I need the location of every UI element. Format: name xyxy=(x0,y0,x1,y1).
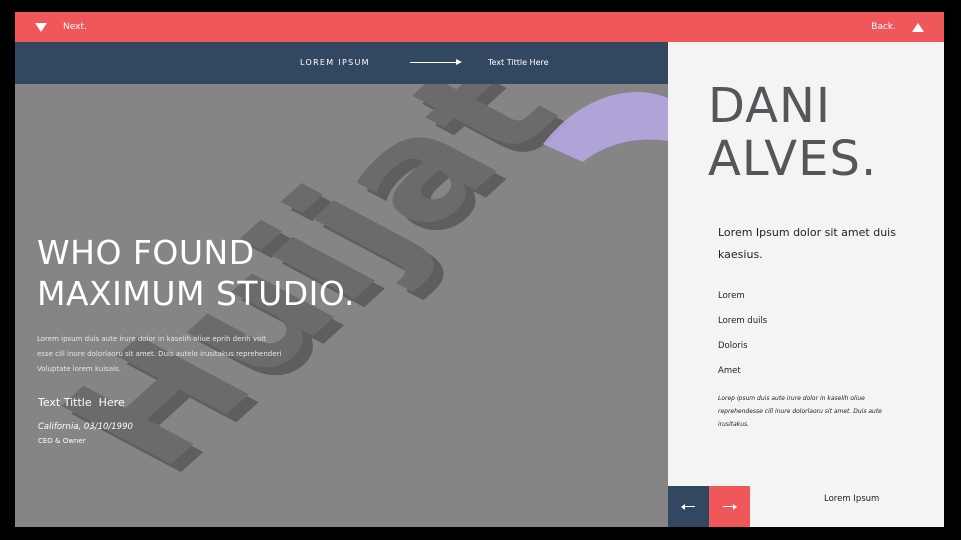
prev-button[interactable] xyxy=(668,486,709,527)
next-button[interactable]: Next. xyxy=(35,12,87,42)
nav-lorem-label: LOREM IPSUM xyxy=(300,58,370,67)
profile-name-first: DANI xyxy=(708,78,832,134)
footer-label: Lorem Ipsum xyxy=(824,494,880,504)
list-item: Amet xyxy=(718,366,741,376)
headline-line-1: WHO FOUND xyxy=(37,233,255,272)
list-item: Doloris xyxy=(718,341,748,351)
profile-lead: Lorem Ipsum dolor sit amet duis kaesius. xyxy=(718,226,896,261)
role-label: CEO & Owner xyxy=(38,437,86,445)
headline-line-2: MAXIMUM STUDIO. xyxy=(37,274,356,313)
nav-title-link[interactable]: Text Tittle Here xyxy=(488,42,549,84)
profile-list: Lorem Lorem duils Doloris Amet xyxy=(718,288,767,388)
intro-paragraph: Lorem ipsum duis aute irure dolor in kas… xyxy=(37,335,282,373)
next-arrow-button[interactable] xyxy=(709,486,750,527)
text-title: Text Tittle Here xyxy=(38,396,125,409)
arrow-left-icon xyxy=(681,503,695,510)
list-item: Lorem duils xyxy=(718,316,768,326)
location-date: California, 03/10/1990 xyxy=(38,422,133,432)
back-button[interactable]: Back. xyxy=(871,12,924,42)
back-label: Back. xyxy=(871,22,896,32)
nav-bar: LOREM IPSUM Text Tittle Here xyxy=(15,42,668,84)
triangle-down-icon xyxy=(35,22,47,32)
profile-panel: DANI ALVES. Lorem Ipsum dolor sit amet du… xyxy=(668,42,944,527)
profile-name: DANI ALVES. xyxy=(708,80,877,186)
headline: WHO FOUND MAXIMUM STUDIO. xyxy=(37,232,355,314)
triangle-up-icon xyxy=(912,22,924,32)
list-item: Lorem xyxy=(718,291,745,301)
profile-name-last: ALVES. xyxy=(708,131,878,187)
arrow-right-icon xyxy=(723,503,737,510)
slide: Huijat Huijat Next. Back. LOREM IPSUM Te… xyxy=(15,12,944,527)
top-bar: Next. Back. xyxy=(15,12,944,42)
next-label: Next. xyxy=(63,22,87,32)
profile-note: Lorep ipsum duis aute irure dolor in kas… xyxy=(718,395,882,428)
arrow-right-icon xyxy=(410,59,462,65)
